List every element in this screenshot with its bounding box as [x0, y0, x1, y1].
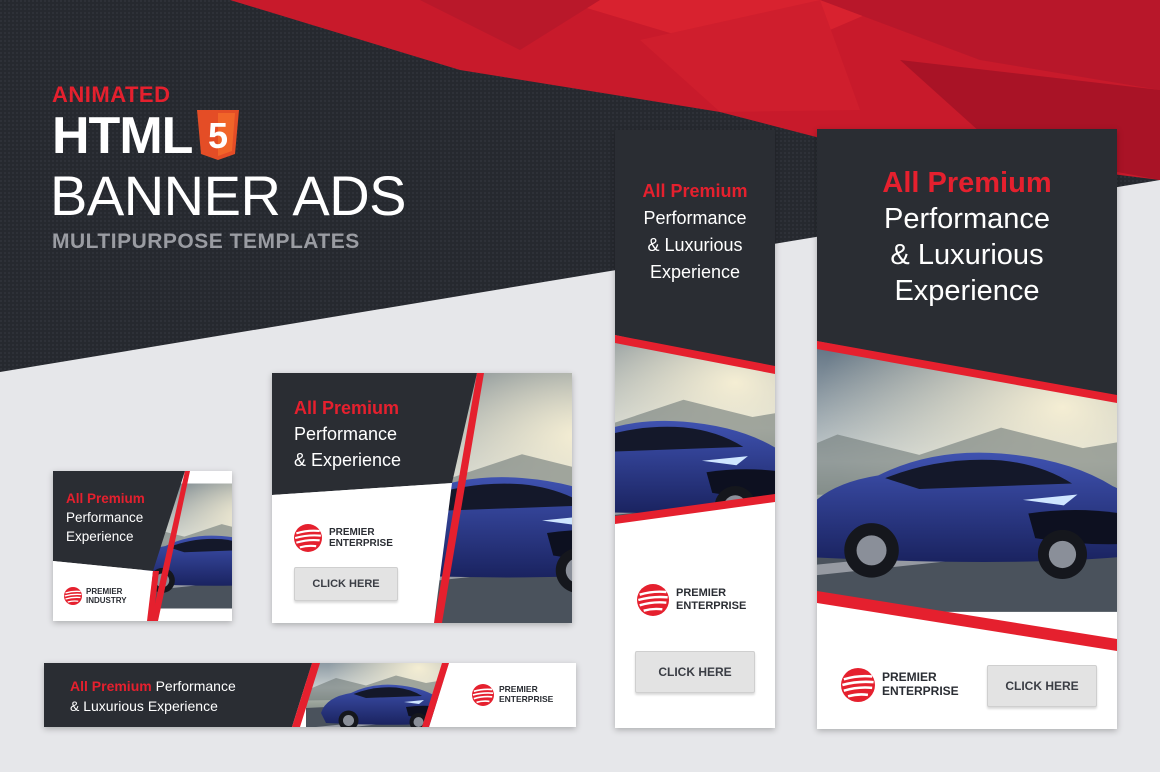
- ad-leaderboard[interactable]: All Premium Performance & Luxurious Expe…: [44, 663, 576, 727]
- striped-globe-icon: [294, 524, 322, 552]
- headline: All Premium Performance Experience: [66, 489, 145, 546]
- headline-line1: Performance: [883, 203, 1050, 235]
- headline-premium: All Premium: [294, 398, 400, 418]
- brand-logo: PREMIER ENTERPRISE: [294, 524, 393, 552]
- headline-line2: & Luxurious: [647, 235, 743, 255]
- headline-line2: & Luxurious: [890, 239, 1044, 271]
- ad-skyscraper[interactable]: All Premium Performance & Luxurious Expe…: [615, 130, 775, 728]
- headline-premium: All Premium: [66, 491, 145, 506]
- headline-line2: & Experience: [294, 450, 402, 470]
- html5-badge: 5: [208, 115, 228, 156]
- striped-globe-icon: [637, 584, 669, 616]
- headline-line2: Experience: [66, 529, 134, 544]
- headline-premium: All Premium: [882, 167, 1052, 199]
- hero-animated: ANIMATED: [52, 82, 171, 107]
- striped-globe-icon: [472, 684, 494, 706]
- headline-premium: All Premium: [642, 181, 748, 201]
- logo-line2: ENTERPRISE: [676, 600, 747, 612]
- headline-line2: & Luxurious Experience: [70, 698, 218, 714]
- headline-line3: Experience: [649, 262, 741, 282]
- logo-line1: PREMIER: [676, 587, 727, 600]
- brand-logo: PREMIER INDUSTRY: [64, 587, 127, 606]
- click-here-button[interactable]: CLICK HERE: [635, 651, 755, 693]
- headline-line3: Experience: [894, 275, 1040, 307]
- hero-html: HTML: [52, 107, 193, 165]
- click-here-button[interactable]: CLICK HERE: [987, 665, 1097, 707]
- headline-line1: Performance: [294, 424, 398, 444]
- headline-premium: All Premium: [70, 678, 152, 694]
- brand-logo: PREMIER ENTERPRISE: [637, 584, 746, 616]
- hero-multipurpose: MULTIPURPOSE TEMPLATES: [52, 230, 360, 253]
- logo-line1: PREMIER: [86, 587, 123, 596]
- headline: All Premium Performance & Luxurious Expe…: [70, 676, 236, 716]
- logo-line2: ENTERPRISE: [882, 684, 959, 698]
- headline: All Premium Performance & Luxurious Expe…: [615, 178, 775, 286]
- headline-line1: Performance: [643, 208, 747, 228]
- striped-globe-icon: [64, 587, 82, 606]
- html5-shield-icon: 5: [197, 110, 240, 160]
- striped-globe-icon: [841, 668, 875, 702]
- headline: All Premium Performance & Luxurious Expe…: [817, 165, 1117, 309]
- logo-line2: ENTERPRISE: [499, 694, 554, 704]
- ad-small-square[interactable]: All Premium Performance Experience PREMI…: [53, 471, 232, 621]
- logo-line1: PREMIER: [329, 526, 375, 538]
- brand-logo: PREMIER ENTERPRISE: [472, 684, 553, 706]
- logo-line2: ENTERPRISE: [329, 538, 393, 549]
- hero-banner-ads: BANNER ADS: [50, 164, 407, 227]
- ad-half-page[interactable]: All Premium Performance & Luxurious Expe…: [817, 129, 1117, 729]
- brand-logo: PREMIER ENTERPRISE: [841, 668, 959, 702]
- logo-line2: INDUSTRY: [86, 596, 127, 606]
- logo-line1: PREMIER: [882, 670, 937, 685]
- ad-medium-rectangle[interactable]: All Premium Performance & Experience PRE…: [272, 373, 572, 623]
- click-here-button[interactable]: CLICK HERE: [294, 567, 398, 601]
- headline-line1: Performance: [66, 510, 144, 525]
- headline: All Premium Performance & Experience: [294, 395, 401, 473]
- headline-line1: Performance: [151, 678, 236, 694]
